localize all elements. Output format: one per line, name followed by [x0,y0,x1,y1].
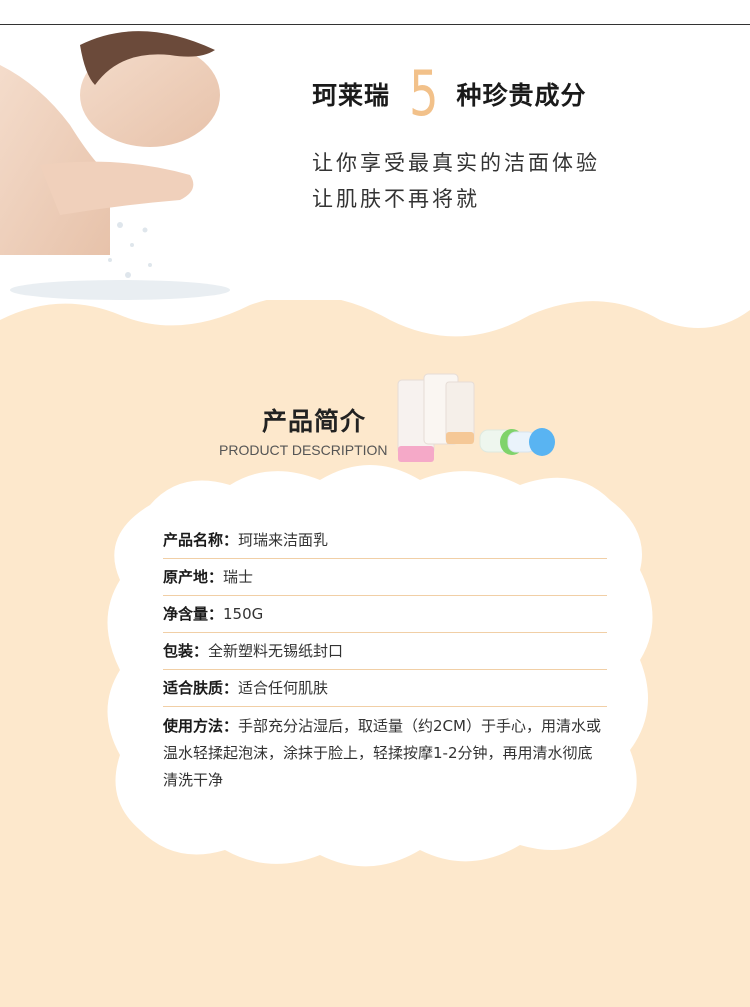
hero-banner: 珂莱瑞 5 种珍贵成分 让你享受最真实的洁面体验 让肌肤不再将就 [0,25,750,325]
brand-name: 珂莱瑞 [312,81,391,110]
info-label: 包装： [163,642,209,660]
info-row-net-weight: 净含量：150G [163,596,607,633]
ingredient-count: 5 [409,57,440,130]
info-row-packaging: 包装：全新塑料无锡纸封口 [163,633,607,670]
info-label: 净含量： [163,605,224,623]
info-row-name: 产品名称：珂瑞来洁面乳 [163,522,607,559]
hero-subline-1: 让你享受最真实的洁面体验 [312,151,600,175]
info-value: 150G [223,605,264,623]
info-row-skin-type: 适合肤质：适合任何肌肤 [163,670,607,707]
info-value: 瑞士 [223,568,254,586]
section-subtitle: PRODUCT DESCRIPTION [219,442,388,458]
info-value: 全新塑料无锡纸封口 [208,642,344,660]
section-title: 产品简介 [262,407,367,436]
info-value: 适合任何肌肤 [238,679,329,697]
product-info-list: 产品名称：珂瑞来洁面乳 原产地：瑞士 净含量：150G 包装：全新塑料无锡纸封口… [163,522,607,802]
info-row-origin: 原产地：瑞士 [163,559,607,596]
info-value: 珂瑞来洁面乳 [238,531,329,549]
hero-subline-2: 让肌肤不再将就 [312,187,480,211]
info-label: 产品名称： [163,531,239,549]
info-label: 使用方法： [163,717,239,735]
woman-washing-face-image [0,31,230,300]
product-tubes-image [397,373,555,462]
info-label: 原产地： [163,568,224,586]
info-label: 适合肤质： [163,679,239,697]
info-row-usage: 使用方法：手部充分沾湿后，取适量（约2CM）于手心，用清水或温水轻揉起泡沫，涂抹… [163,707,607,802]
headline-rest: 种珍贵成分 [456,81,587,110]
hero-headline: 珂莱瑞 5 种珍贵成分 [312,63,586,125]
